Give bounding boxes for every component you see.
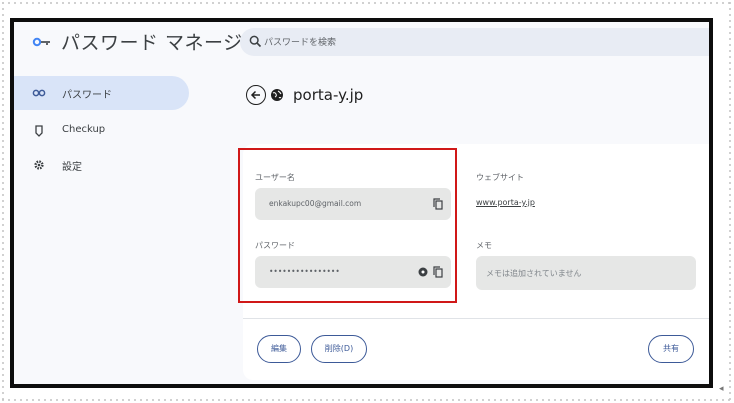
note-placeholder: メモは追加されていません — [486, 269, 582, 278]
top-bar: パスワード マネージャー パスワードを検索 — [14, 22, 709, 66]
back-button[interactable] — [246, 85, 266, 105]
dotted-border-left — [2, 0, 4, 403]
copy-icon[interactable] — [433, 266, 443, 278]
sidebar-item-label: Checkup — [62, 124, 106, 135]
username-label: ユーザー名 — [255, 173, 295, 182]
password-field[interactable]: •••••••••••••••• — [255, 256, 451, 288]
note-label: メモ — [476, 241, 492, 250]
key-logo-icon — [32, 37, 50, 47]
sidebar-item-label: パスワード — [62, 90, 112, 101]
gear-icon — [34, 160, 44, 170]
card-divider — [243, 318, 709, 319]
search-icon — [249, 35, 262, 48]
show-password-icon[interactable] — [418, 267, 428, 277]
password-value: •••••••••••••••• — [269, 267, 340, 276]
website-label: ウェブサイト — [476, 173, 524, 182]
password-label: パスワード — [255, 241, 295, 250]
arrow-left-icon — [250, 90, 260, 100]
sidebar-item-checkup[interactable]: Checkup — [14, 114, 189, 148]
delete-button[interactable]: 削除(D) — [311, 335, 367, 363]
dotted-border-right — [729, 0, 731, 403]
cursor-arrow-icon: ◂ — [719, 384, 724, 394]
edit-button[interactable]: 編集 — [257, 335, 301, 363]
app-window: パスワード マネージャー パスワードを検索 パスワード Checkup 設定 p… — [10, 18, 713, 388]
search-bar[interactable]: パスワードを検索 — [240, 28, 709, 56]
username-field[interactable]: enkakupc00@gmail.com — [255, 188, 451, 220]
username-value: enkakupc00@gmail.com — [269, 199, 362, 208]
note-field[interactable]: メモは追加されていません — [476, 256, 696, 290]
shield-check-icon — [35, 125, 43, 137]
dotted-border-bottom — [0, 399, 734, 401]
sidebar-item-label: 設定 — [62, 162, 82, 173]
globe-icon — [271, 89, 283, 101]
sidebar-item-passwords[interactable]: パスワード — [14, 76, 189, 110]
site-title: porta-y.jp — [293, 86, 364, 104]
search-input[interactable]: パスワードを検索 — [264, 35, 336, 48]
dotted-border-top — [0, 2, 734, 4]
credential-card: ユーザー名 enkakupc00@gmail.com パスワード •••••••… — [243, 144, 709, 380]
copy-icon[interactable] — [433, 198, 443, 210]
key-icon — [32, 89, 46, 97]
sidebar-item-settings[interactable]: 設定 — [14, 148, 189, 182]
website-link[interactable]: www.porta-y.jp — [476, 198, 535, 207]
share-button[interactable]: 共有 — [648, 335, 694, 363]
